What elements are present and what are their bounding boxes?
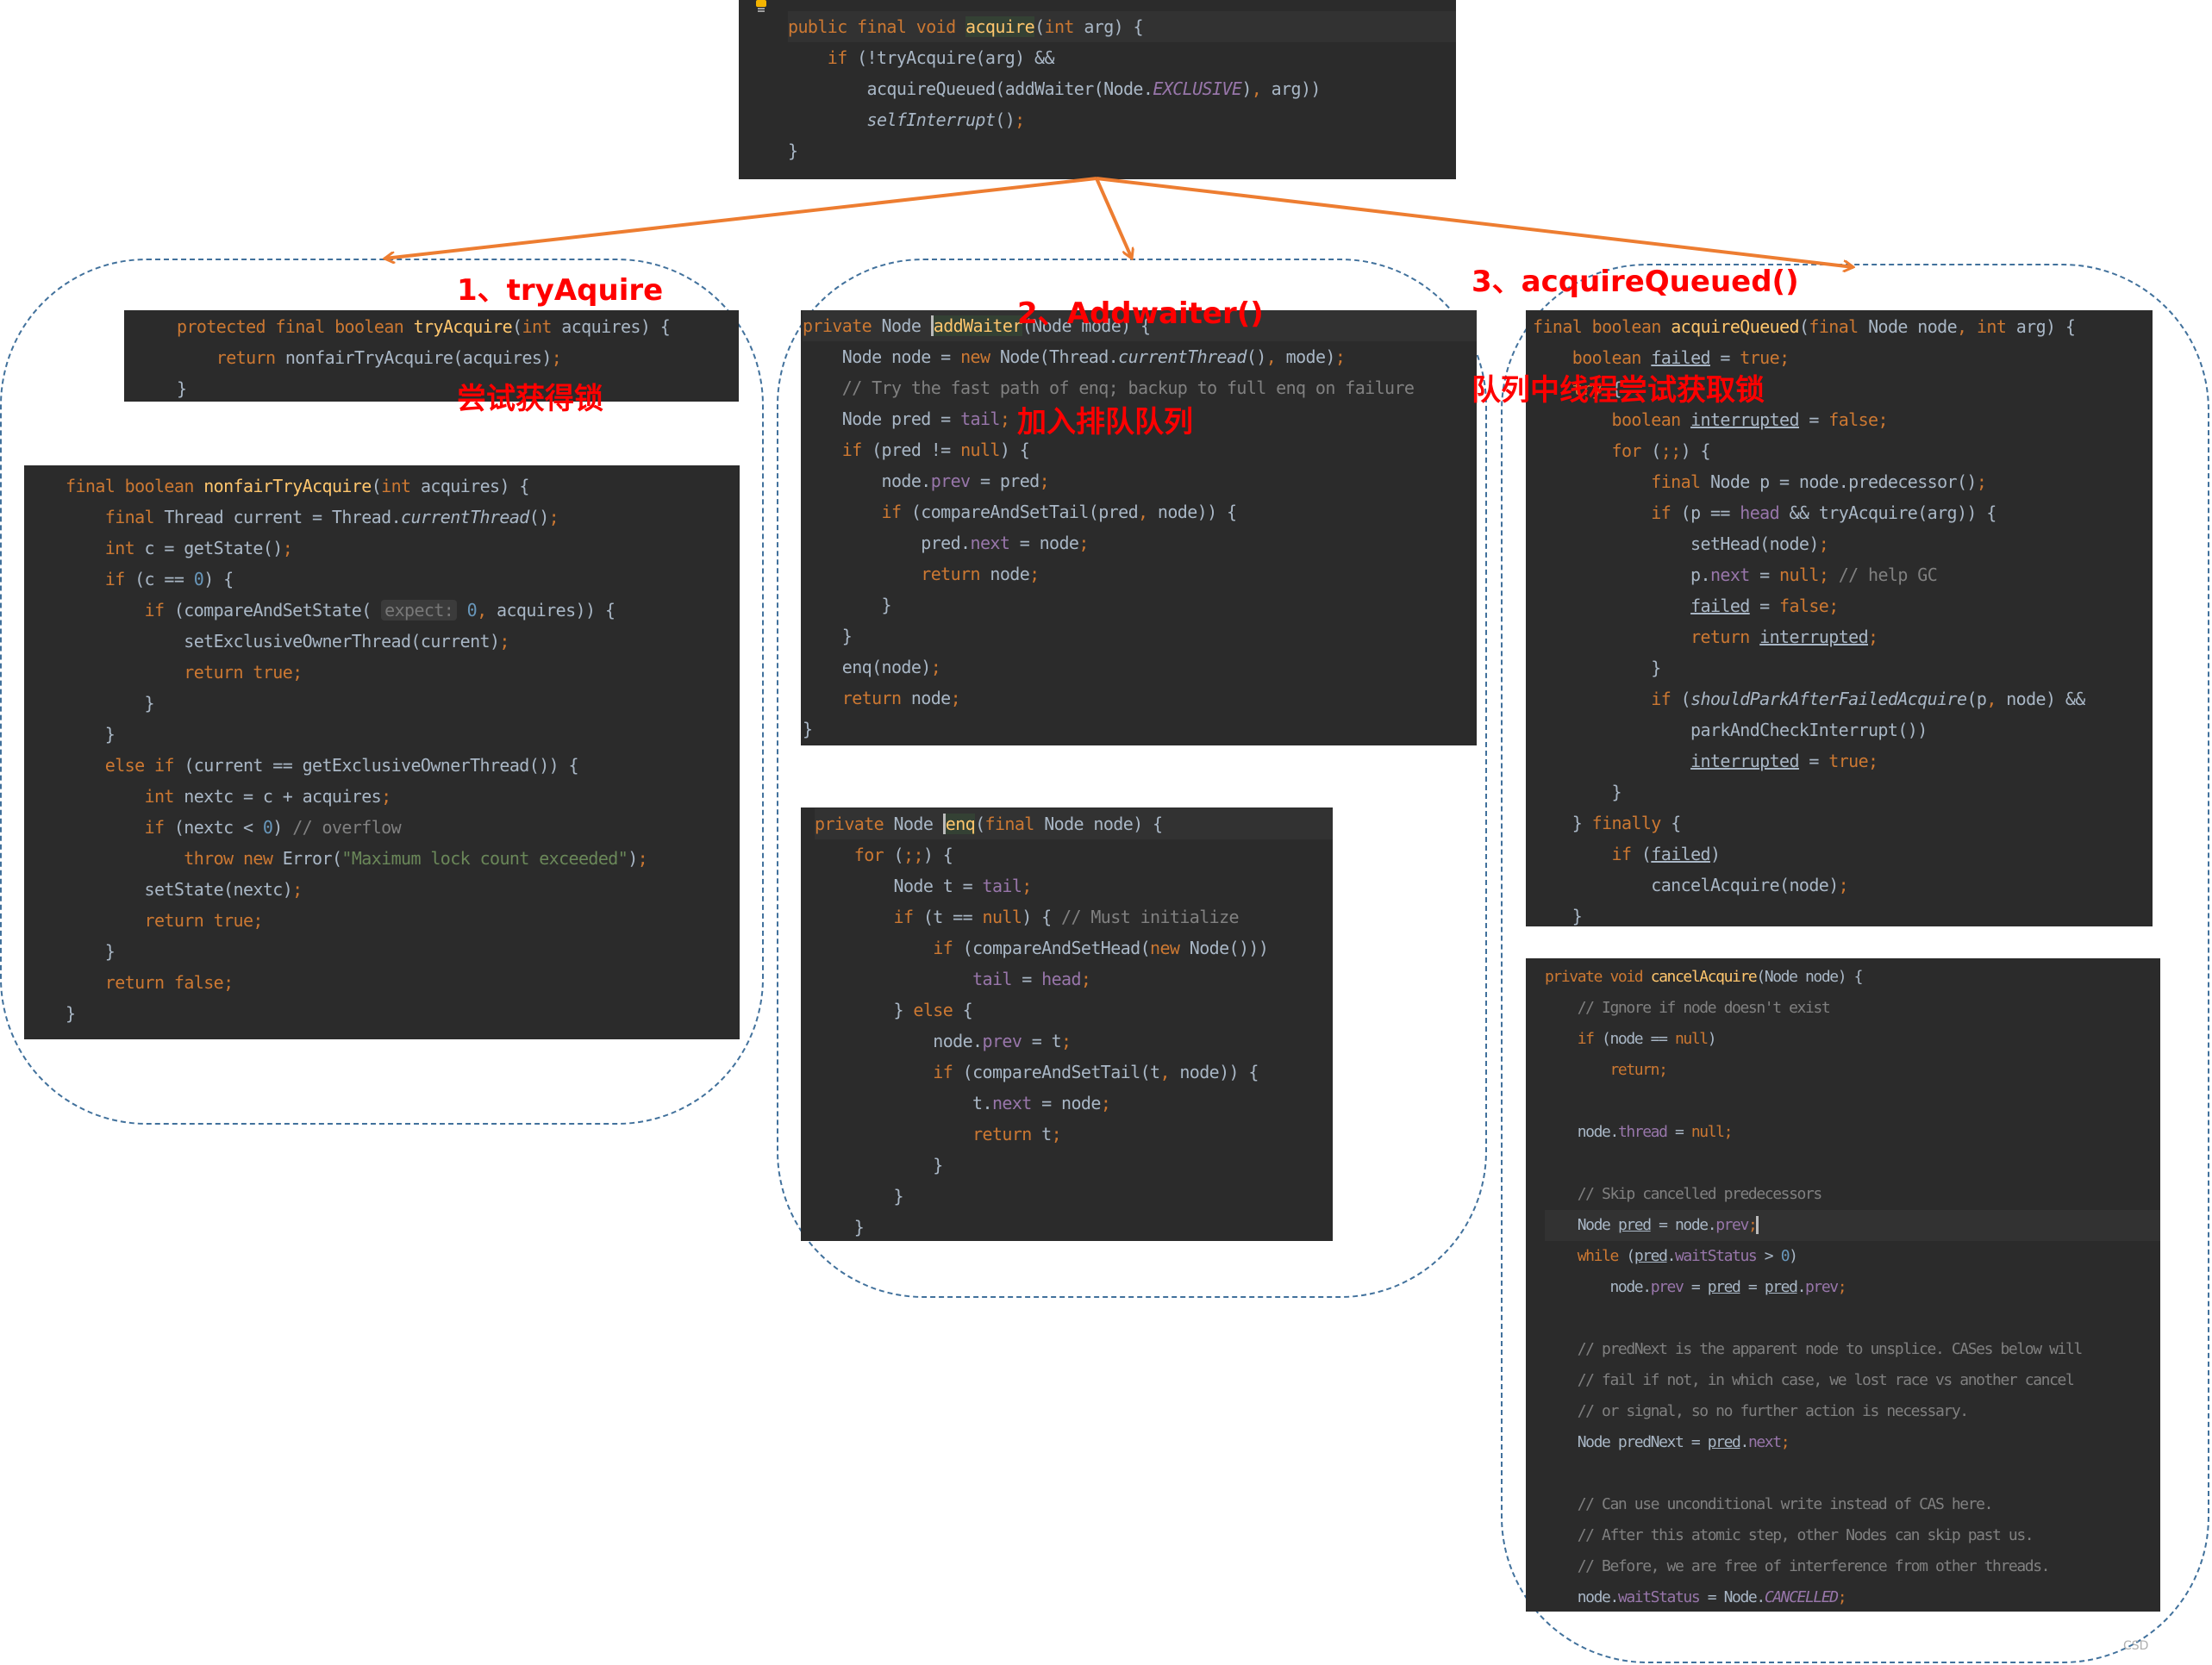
step1-subtitle: 尝试获得锁	[457, 382, 603, 416]
step1-label: 1、tryAquire 尝试获得锁	[457, 200, 663, 453]
step1-title: 1、tryAquire	[457, 273, 664, 308]
step2-title: 2、Addwaiter()	[1017, 296, 1264, 331]
step3-subtitle: 队列中线程尝试获取锁	[1472, 373, 1765, 408]
step2-subtitle: 加入排队队列	[1017, 405, 1193, 440]
step2-label: 2、Addwaiter() 加入排队队列	[1017, 223, 1264, 477]
step3-title: 3、acquireQueued()	[1472, 265, 1799, 299]
watermark: CSD	[2123, 1639, 2149, 1653]
step3-label: 3、acquireQueued() 队列中线程尝试获取锁	[1472, 191, 1799, 445]
